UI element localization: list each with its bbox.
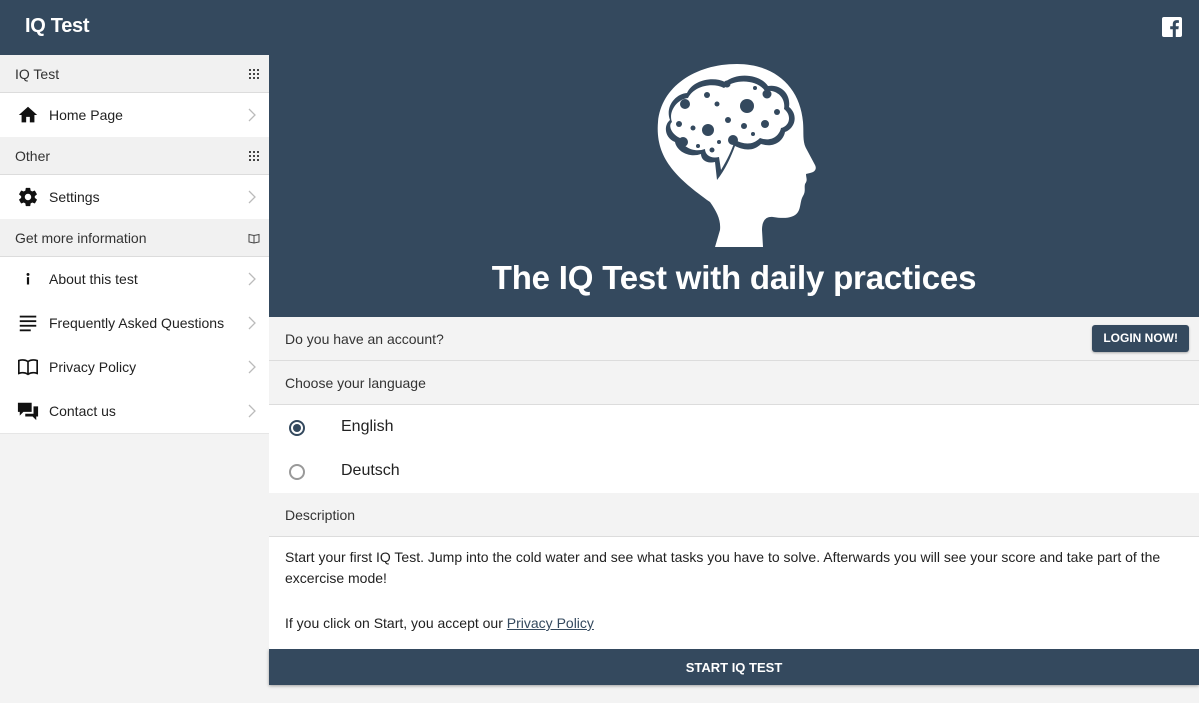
sidebar-item-contact-us[interactable]: Contact us: [0, 389, 269, 433]
login-button[interactable]: LOGIN NOW!: [1092, 325, 1189, 352]
language-option-label: Deutsch: [341, 462, 400, 479]
sidebar: IQ Test Home Page Other Settings Get mor…: [0, 55, 269, 703]
grid-icon: [249, 69, 259, 79]
radio-button-checked[interactable]: [289, 420, 305, 436]
chevron-right-icon: [248, 360, 256, 374]
sidebar-item-frequently-asked-questions[interactable]: Frequently Asked Questions: [0, 301, 269, 345]
language-option-label: English: [341, 418, 394, 435]
home-icon: [18, 106, 38, 123]
radio-button-unchecked[interactable]: [289, 464, 305, 480]
info-icon: [26, 272, 30, 285]
language-options: English Deutsch: [269, 405, 1199, 493]
language-option-english[interactable]: English: [269, 405, 1199, 449]
privacy-policy-link[interactable]: Privacy Policy: [507, 615, 594, 631]
chevron-right-icon: [248, 316, 256, 330]
sidebar-header-get-more-information: Get more information: [0, 219, 269, 257]
app-title: IQ Test: [25, 15, 90, 37]
gear-icon: [19, 187, 37, 207]
language-option-deutsch[interactable]: Deutsch: [269, 449, 1199, 493]
chevron-right-icon: [248, 272, 256, 286]
description-header-label: Description: [285, 507, 356, 523]
privacy-accept-line: If you click on Start, you accept our Pr…: [285, 613, 594, 634]
hero-banner: The IQ Test with daily practices: [269, 55, 1199, 317]
sidebar-item-about-this-test[interactable]: About this test: [0, 257, 269, 301]
chevron-right-icon: [248, 108, 256, 122]
main-content: The IQ Test with daily practices Do you …: [269, 55, 1199, 703]
language-header-label: Choose your language: [285, 375, 426, 391]
sidebar-item-privacy-policy[interactable]: Privacy Policy: [0, 345, 269, 389]
brain-head-icon: [657, 64, 816, 247]
hero-title: The IQ Test with daily practices: [491, 259, 977, 296]
sidebar-header-other: Other: [0, 137, 269, 175]
sidebar-item-label: Frequently Asked Questions: [49, 315, 225, 331]
book-icon: [248, 233, 260, 244]
language-header: Choose your language: [269, 361, 1199, 405]
chevron-right-icon: [248, 190, 256, 204]
description-header: Description: [269, 493, 1199, 537]
chevron-right-icon: [248, 404, 256, 418]
sidebar-item-label: About this test: [49, 271, 138, 287]
list-icon: [19, 315, 37, 332]
account-question: Do you have an account?: [285, 331, 444, 347]
book-icon: [18, 359, 38, 376]
sidebar-header-label: IQ Test: [15, 66, 60, 82]
sidebar-item-home-page[interactable]: Home Page: [0, 93, 269, 137]
sidebar-item-label: Contact us: [49, 403, 116, 419]
sidebar-header-iq-test: IQ Test: [0, 55, 269, 93]
top-app-bar: IQ Test: [0, 0, 1199, 55]
sidebar-header-label: Get more information: [15, 230, 147, 246]
sidebar-item-label: Privacy Policy: [49, 359, 137, 375]
sidebar-item-settings[interactable]: Settings: [0, 175, 269, 219]
account-row: Do you have an account? LOGIN NOW!: [269, 317, 1199, 361]
sidebar-item-label: Home Page: [49, 107, 123, 123]
sidebar-header-label: Other: [15, 148, 51, 164]
accept-prefix: If you click on Start, you accept our: [285, 615, 507, 631]
chat-icon: [17, 402, 39, 421]
grid-icon: [249, 151, 259, 161]
description-body: Start your first IQ Test. Jump into the …: [269, 537, 1199, 649]
description-text: Start your first IQ Test. Jump into the …: [285, 549, 1161, 586]
start-iq-test-button[interactable]: START IQ TEST: [269, 649, 1199, 685]
sidebar-item-label: Settings: [49, 189, 100, 205]
facebook-icon[interactable]: [1162, 17, 1182, 37]
